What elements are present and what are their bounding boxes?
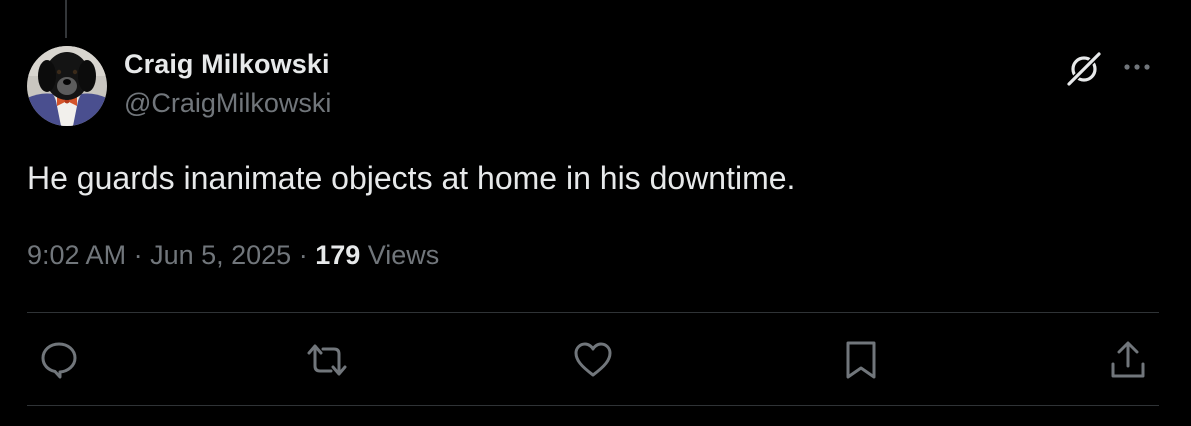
tweet-text: He guards inanimate objects at home in h… (27, 160, 796, 196)
tweet-time[interactable]: 9:02 AM (27, 240, 126, 270)
like-button[interactable] (573, 340, 613, 380)
avatar[interactable] (27, 46, 107, 126)
tweet-metadata: 9:02 AM · Jun 5, 2025 · 179 Views (27, 240, 439, 271)
thread-connector-line (65, 0, 67, 38)
share-button[interactable] (1108, 340, 1148, 380)
author-handle[interactable]: @CraigMilkowski (124, 88, 331, 119)
share-icon (1111, 341, 1145, 378)
meta-separator: · (126, 240, 151, 270)
more-icon[interactable] (1120, 56, 1154, 78)
tweet-detail: Craig Milkowski @CraigMilkowski He guard… (0, 0, 1191, 426)
like-icon (574, 342, 612, 377)
divider (27, 312, 1159, 313)
divider (27, 405, 1159, 406)
reply-icon (41, 342, 77, 379)
bookmark-button[interactable] (841, 340, 881, 380)
tweet-date[interactable]: Jun 5, 2025 (150, 240, 291, 270)
views-label[interactable]: Views (360, 240, 440, 270)
retweet-icon (307, 344, 347, 376)
reply-button[interactable] (39, 340, 79, 380)
dog-avatar-icon (27, 46, 107, 126)
views-count[interactable]: 179 (315, 240, 360, 270)
grok-icon[interactable] (1064, 48, 1104, 88)
retweet-button[interactable] (305, 340, 347, 380)
author-display-name[interactable]: Craig Milkowski (124, 49, 330, 80)
bookmark-icon (846, 341, 876, 379)
meta-separator: · (291, 240, 316, 270)
